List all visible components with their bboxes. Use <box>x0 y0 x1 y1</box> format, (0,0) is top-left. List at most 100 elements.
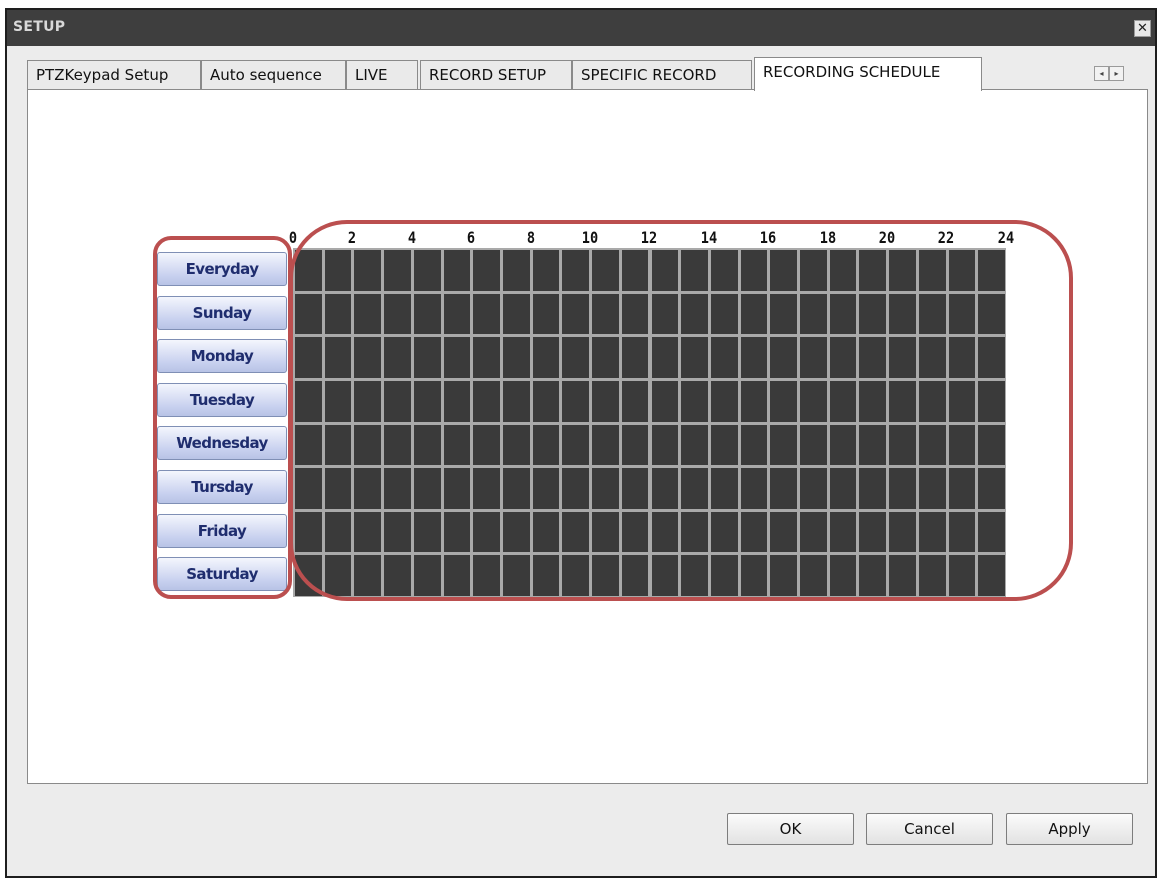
schedule-cell[interactable] <box>354 424 382 466</box>
schedule-cell[interactable] <box>770 250 798 291</box>
schedule-cell[interactable] <box>800 424 827 466</box>
schedule-cell[interactable] <box>473 424 500 466</box>
tab-record-setup[interactable]: RECORD SETUP <box>420 60 572 90</box>
schedule-cell[interactable] <box>740 293 768 335</box>
schedule-cell[interactable] <box>770 337 798 378</box>
schedule-cell[interactable] <box>800 511 827 553</box>
schedule-cell[interactable] <box>473 337 500 378</box>
schedule-cell[interactable] <box>354 555 382 596</box>
schedule-cell[interactable] <box>502 555 530 596</box>
schedule-cell[interactable] <box>562 250 590 291</box>
schedule-cell[interactable] <box>354 380 382 422</box>
schedule-cell[interactable] <box>978 424 1005 466</box>
schedule-cell[interactable] <box>473 511 500 553</box>
schedule-cell[interactable] <box>621 511 649 553</box>
schedule-cell[interactable] <box>384 555 411 596</box>
schedule-cell[interactable] <box>592 380 619 422</box>
schedule-cell[interactable] <box>443 337 471 378</box>
schedule-cell[interactable] <box>681 424 708 466</box>
schedule-cell[interactable] <box>859 293 887 335</box>
schedule-cell[interactable] <box>502 380 530 422</box>
schedule-cell[interactable] <box>948 250 976 291</box>
schedule-cell[interactable] <box>473 380 500 422</box>
schedule-cell[interactable] <box>295 511 322 553</box>
schedule-grid[interactable] <box>293 248 1006 597</box>
schedule-cell[interactable] <box>710 337 738 378</box>
schedule-cell[interactable] <box>592 337 619 378</box>
schedule-cell[interactable] <box>621 250 649 291</box>
schedule-cell[interactable] <box>384 293 411 335</box>
schedule-cell[interactable] <box>800 250 827 291</box>
schedule-cell[interactable] <box>889 337 916 378</box>
schedule-cell[interactable] <box>859 511 887 553</box>
schedule-cell[interactable] <box>651 380 679 422</box>
schedule-cell[interactable] <box>948 424 976 466</box>
schedule-cell[interactable] <box>562 337 590 378</box>
day-button-saturday[interactable]: Saturday <box>157 557 287 592</box>
schedule-cell[interactable] <box>829 468 857 509</box>
schedule-cell[interactable] <box>532 337 560 378</box>
schedule-cell[interactable] <box>502 250 530 291</box>
schedule-cell[interactable] <box>354 468 382 509</box>
schedule-cell[interactable] <box>800 380 827 422</box>
schedule-cell[interactable] <box>413 380 441 422</box>
schedule-cell[interactable] <box>592 250 619 291</box>
schedule-cell[interactable] <box>443 424 471 466</box>
schedule-cell[interactable] <box>443 380 471 422</box>
schedule-cell[interactable] <box>889 250 916 291</box>
schedule-cell[interactable] <box>562 468 590 509</box>
schedule-cell[interactable] <box>651 511 679 553</box>
schedule-cell[interactable] <box>859 337 887 378</box>
schedule-cell[interactable] <box>770 468 798 509</box>
schedule-cell[interactable] <box>859 555 887 596</box>
schedule-cell[interactable] <box>443 511 471 553</box>
schedule-cell[interactable] <box>978 337 1005 378</box>
schedule-cell[interactable] <box>978 511 1005 553</box>
schedule-cell[interactable] <box>384 424 411 466</box>
schedule-cell[interactable] <box>829 380 857 422</box>
schedule-cell[interactable] <box>413 511 441 553</box>
schedule-cell[interactable] <box>324 468 352 509</box>
schedule-cell[interactable] <box>562 380 590 422</box>
schedule-cell[interactable] <box>948 380 976 422</box>
schedule-cell[interactable] <box>770 293 798 335</box>
schedule-cell[interactable] <box>859 468 887 509</box>
schedule-cell[interactable] <box>473 468 500 509</box>
schedule-cell[interactable] <box>651 293 679 335</box>
schedule-cell[interactable] <box>710 250 738 291</box>
schedule-cell[interactable] <box>562 293 590 335</box>
schedule-cell[interactable] <box>740 250 768 291</box>
tab-auto-sequence[interactable]: Auto sequence <box>201 60 346 90</box>
schedule-cell[interactable] <box>770 555 798 596</box>
scroll-right-icon[interactable]: ▸ <box>1109 66 1124 81</box>
schedule-cell[interactable] <box>443 250 471 291</box>
schedule-cell[interactable] <box>800 293 827 335</box>
schedule-cell[interactable] <box>324 380 352 422</box>
schedule-cell[interactable] <box>978 293 1005 335</box>
close-icon[interactable]: ✕ <box>1134 20 1151 37</box>
schedule-cell[interactable] <box>710 424 738 466</box>
schedule-cell[interactable] <box>413 250 441 291</box>
schedule-cell[interactable] <box>532 555 560 596</box>
day-button-sunday[interactable]: Sunday <box>157 295 287 330</box>
schedule-cell[interactable] <box>948 337 976 378</box>
schedule-cell[interactable] <box>770 511 798 553</box>
schedule-cell[interactable] <box>473 555 500 596</box>
schedule-cell[interactable] <box>681 337 708 378</box>
schedule-cell[interactable] <box>948 555 976 596</box>
schedule-cell[interactable] <box>354 250 382 291</box>
schedule-cell[interactable] <box>532 250 560 291</box>
schedule-cell[interactable] <box>710 555 738 596</box>
schedule-cell[interactable] <box>740 468 768 509</box>
apply-button[interactable]: Apply <box>1006 813 1133 845</box>
schedule-cell[interactable] <box>473 293 500 335</box>
schedule-cell[interactable] <box>324 555 352 596</box>
schedule-cell[interactable] <box>800 468 827 509</box>
schedule-cell[interactable] <box>889 555 916 596</box>
schedule-cell[interactable] <box>978 380 1005 422</box>
scroll-left-icon[interactable]: ◂ <box>1094 66 1109 81</box>
schedule-cell[interactable] <box>592 511 619 553</box>
schedule-cell[interactable] <box>948 511 976 553</box>
schedule-cell[interactable] <box>918 555 946 596</box>
schedule-cell[interactable] <box>621 380 649 422</box>
